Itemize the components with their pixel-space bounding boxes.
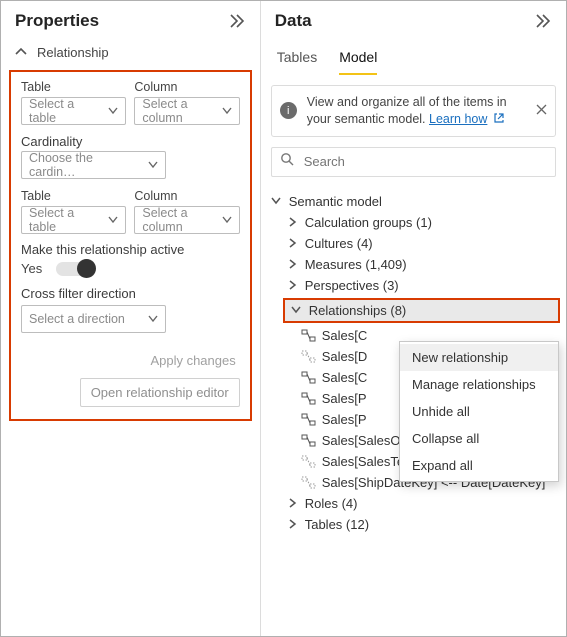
active-value: Yes [21, 261, 42, 276]
tree-node-relationships[interactable]: Relationships (8) [283, 298, 560, 323]
chevron-down-icon [222, 213, 232, 227]
relationship-label: Sales[P [322, 391, 367, 406]
relationship-hidden-icon [301, 477, 316, 488]
active-toggle[interactable] [56, 262, 94, 276]
toggle-knob [77, 259, 96, 278]
tree-label: Calculation groups (1) [305, 215, 432, 230]
close-info-button[interactable] [536, 104, 547, 118]
search-icon [272, 152, 302, 171]
tree-label: Roles (4) [305, 496, 358, 511]
cross-filter-select[interactable]: Select a direction [21, 305, 166, 333]
tree-node-measures[interactable]: Measures (1,409) [281, 254, 562, 275]
relationship-label: Sales[P [322, 412, 367, 427]
app-frame: Properties Relationship Table Select a t… [0, 0, 567, 637]
data-panel: Data Tables Model i View and organize al… [261, 1, 566, 636]
apply-changes-button[interactable]: Apply changes [146, 351, 239, 370]
chevron-up-icon [15, 45, 27, 60]
relationship-label: Sales[D [322, 349, 368, 364]
open-relationship-editor-button[interactable]: Open relationship editor [80, 378, 240, 407]
tree-node-perspectives[interactable]: Perspectives (3) [281, 275, 562, 296]
tree-label: Perspectives (3) [305, 278, 399, 293]
tree-label: Relationships (8) [309, 303, 407, 318]
chevron-down-icon [289, 305, 303, 315]
search-box[interactable] [271, 147, 556, 177]
tab-tables[interactable]: Tables [277, 43, 317, 75]
chevron-right-icon [285, 519, 299, 529]
relationship-section-header[interactable]: Relationship [1, 39, 260, 70]
ctx-expand-all[interactable]: Expand all [400, 452, 558, 479]
chevron-right-icon [285, 238, 299, 248]
table2-placeholder: Select a table [29, 206, 102, 234]
collapse-properties-button[interactable] [230, 14, 246, 28]
relationship-icon [301, 330, 316, 341]
table1-label: Table [21, 80, 126, 94]
chevron-down-icon [148, 158, 158, 172]
relationship-label: Sales[C [322, 328, 368, 343]
external-link-icon [494, 112, 504, 126]
relationship-icon [301, 372, 316, 383]
context-menu: New relationship Manage relationships Un… [399, 341, 559, 482]
relationship-section-label: Relationship [37, 45, 109, 60]
properties-header: Properties [1, 1, 260, 39]
column2-placeholder: Select a column [142, 206, 215, 234]
ctx-new-relationship[interactable]: New relationship [400, 344, 558, 371]
chevron-right-icon [285, 217, 299, 227]
table2-select[interactable]: Select a table [21, 206, 126, 234]
collapse-data-button[interactable] [536, 14, 552, 28]
column2-label: Column [134, 189, 239, 203]
cross-filter-placeholder: Select a direction [29, 312, 125, 326]
cross-filter-label: Cross filter direction [21, 286, 240, 301]
cardinality-select[interactable]: Choose the cardin… [21, 151, 166, 179]
relationship-hidden-icon [301, 351, 316, 362]
chevron-down-icon [269, 196, 283, 206]
tree-label: Measures (1,409) [305, 257, 407, 272]
data-title: Data [275, 11, 312, 31]
data-tabs: Tables Model [261, 39, 566, 75]
properties-title: Properties [15, 11, 99, 31]
cardinality-label: Cardinality [21, 134, 82, 149]
info-text: View and organize all of the items in yo… [307, 94, 526, 128]
table2-label: Table [21, 189, 126, 203]
properties-highlight-box: Table Select a table Column Select a col… [9, 70, 252, 421]
cardinality-placeholder: Choose the cardin… [29, 151, 142, 179]
ctx-collapse-all[interactable]: Collapse all [400, 425, 558, 452]
relationship-label: Sales[C [322, 370, 368, 385]
relationship-icon [301, 435, 316, 446]
chevron-down-icon [108, 104, 118, 118]
ctx-unhide-all[interactable]: Unhide all [400, 398, 558, 425]
search-input[interactable] [302, 153, 555, 170]
learn-how-link[interactable]: Learn how [429, 112, 487, 126]
tree-node-calc-groups[interactable]: Calculation groups (1) [281, 212, 562, 233]
info-bar: i View and organize all of the items in … [271, 85, 556, 137]
column1-select[interactable]: Select a column [134, 97, 239, 125]
chevron-down-icon [148, 312, 158, 326]
ctx-manage-relationships[interactable]: Manage relationships [400, 371, 558, 398]
chevron-down-icon [108, 213, 118, 227]
info-icon: i [280, 102, 297, 119]
chevron-right-icon [285, 280, 299, 290]
relationship-icon [301, 414, 316, 425]
chevron-down-icon [222, 104, 232, 118]
relationship-hidden-icon [301, 456, 316, 467]
tree-node-tables[interactable]: Tables (12) [281, 514, 562, 535]
column2-select[interactable]: Select a column [134, 206, 239, 234]
tree-root[interactable]: Semantic model [265, 191, 562, 212]
tab-model[interactable]: Model [339, 43, 377, 75]
properties-panel: Properties Relationship Table Select a t… [1, 1, 261, 636]
tree-label: Tables (12) [305, 517, 369, 532]
tree-label: Cultures (4) [305, 236, 373, 251]
tree-node-roles[interactable]: Roles (4) [281, 493, 562, 514]
chevron-right-icon [285, 259, 299, 269]
table1-placeholder: Select a table [29, 97, 102, 125]
active-label: Make this relationship active [21, 242, 240, 257]
table1-select[interactable]: Select a table [21, 97, 126, 125]
column1-placeholder: Select a column [142, 97, 215, 125]
tree-node-cultures[interactable]: Cultures (4) [281, 233, 562, 254]
relationship-icon [301, 393, 316, 404]
tree-root-label: Semantic model [289, 194, 382, 209]
column1-label: Column [134, 80, 239, 94]
data-header: Data [261, 1, 566, 39]
chevron-right-icon [285, 498, 299, 508]
